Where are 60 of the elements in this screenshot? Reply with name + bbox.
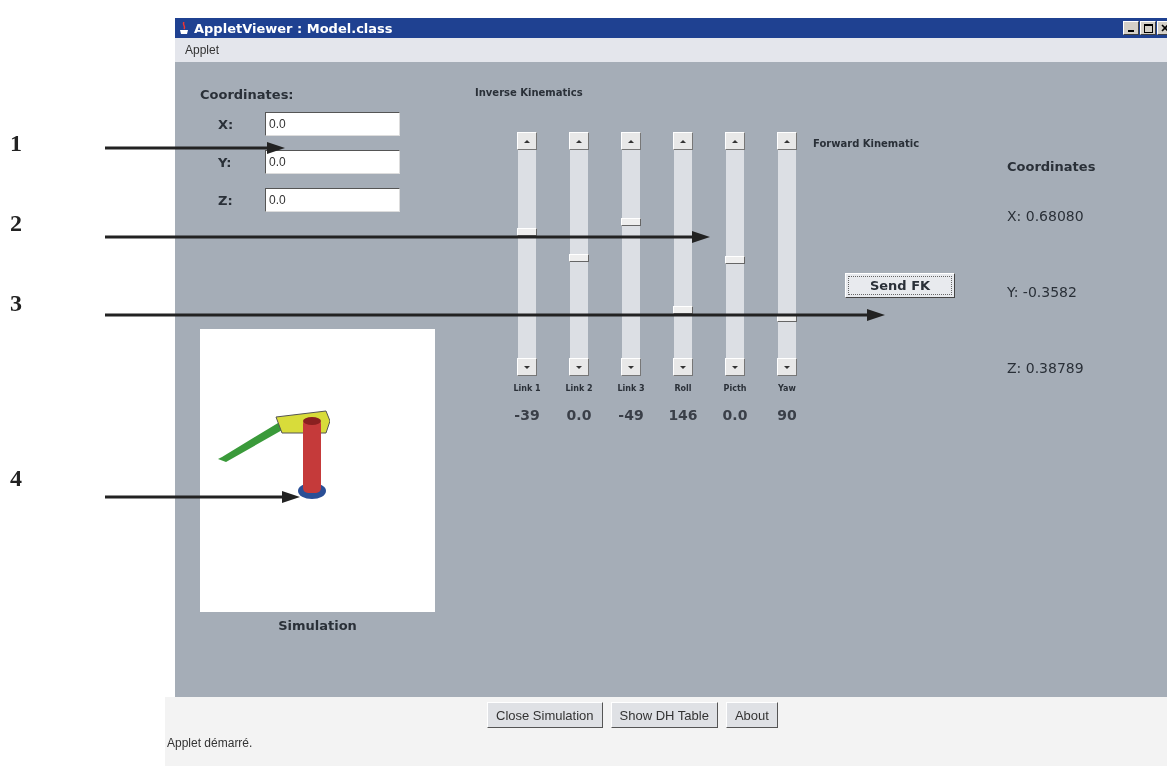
slider-value: 0.0 [722,407,748,423]
action-button[interactable]: Show DH Table [610,702,718,728]
java-cup-icon [179,21,189,35]
slider-label: Yaw [778,384,796,393]
slider-label: Link 2 [565,384,593,393]
action-button[interactable]: Close Simulation [487,702,603,728]
close-icon [1161,24,1167,32]
slider-thumb[interactable] [725,256,745,264]
slider-value: 90 [777,407,797,423]
slider-up-button[interactable] [725,132,745,150]
slider-down-button[interactable] [517,358,537,376]
callout-number: 2 [10,210,22,237]
coordinate-readout: Z: 0.38789 [1007,360,1085,376]
coordinate-readout: Y: -0.3582 [1007,284,1078,300]
slider-down-button[interactable] [725,358,745,376]
slider-up-button[interactable] [621,132,641,150]
minimize-button[interactable] [1123,21,1139,35]
action-button[interactable]: About [725,702,778,728]
slider-up-button[interactable] [673,132,693,150]
callout-number: 3 [10,290,22,317]
section-heading: Coordinates [1007,159,1096,174]
slider-thumb[interactable] [777,314,797,322]
section-heading: Inverse Kinematics [475,87,584,98]
slider-up-button[interactable] [517,132,537,150]
callout-number: 1 [10,130,22,157]
section-heading: Coordinates: [200,87,295,102]
window-title: AppletViewer : Model.class [194,20,394,36]
simulation-label: Simulation [277,618,358,633]
slider-up-button[interactable] [777,132,797,150]
slider-label: Picth [723,384,747,393]
slider-thumb[interactable] [673,306,693,314]
field-label: Z: [218,192,234,208]
slider-value: -49 [618,407,644,423]
field-label: X: [218,116,235,132]
slider-down-button[interactable] [673,358,693,376]
coordinate-field[interactable]: 0.0 [265,188,400,212]
slider-thumb[interactable] [517,228,537,236]
slider-value: 0.0 [566,407,592,423]
slider-down-button[interactable] [621,358,641,376]
maximize-button[interactable] [1140,21,1156,35]
slider-value: -39 [514,407,540,423]
coordinate-field[interactable]: 0.0 [265,112,400,136]
field-label: Y: [218,154,233,170]
send-fk-button[interactable]: Send FK [845,273,955,298]
slider-thumb[interactable] [621,218,641,226]
slider-label: Link 1 [513,384,541,393]
coordinate-readout: X: 0.68080 [1007,208,1085,224]
slider-label: Link 3 [617,384,645,393]
status-text: Applet démarré. [167,736,253,750]
slider-down-button[interactable] [569,358,589,376]
section-heading: Forward Kinematic [813,138,921,149]
slider-label: Roll [674,384,692,393]
slider-value: 146 [668,407,698,423]
coordinate-field[interactable]: 0.0 [265,150,400,174]
menu-item[interactable]: Applet [185,43,220,57]
slider-up-button[interactable] [569,132,589,150]
slider-down-button[interactable] [777,358,797,376]
slider-thumb[interactable] [569,254,589,262]
callout-number: 4 [10,465,22,492]
maximize-icon [1143,23,1153,33]
